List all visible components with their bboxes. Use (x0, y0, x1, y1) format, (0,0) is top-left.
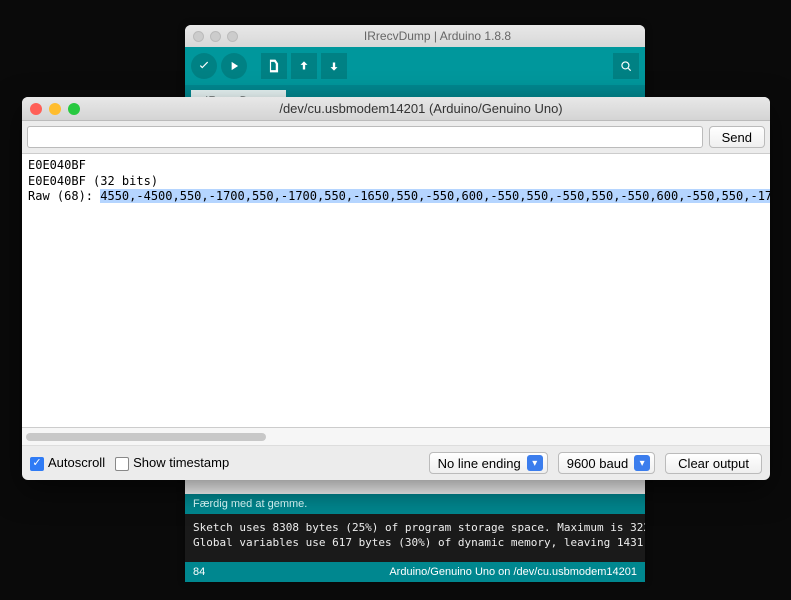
chevron-down-icon: ▾ (527, 455, 543, 471)
upload-button[interactable] (221, 53, 247, 79)
minimize-icon[interactable] (210, 31, 221, 42)
checkbox-icon[interactable] (115, 457, 129, 471)
close-icon[interactable] (193, 31, 204, 42)
ide-status-bar: Færdig med at gemme. (185, 494, 645, 514)
serial-title: /dev/cu.usbmodem14201 (Arduino/Genuino U… (80, 101, 762, 116)
serial-monitor-button[interactable] (613, 53, 639, 79)
ide-titlebar: IRrecvDump | Arduino 1.8.8 (185, 25, 645, 47)
open-button[interactable] (291, 53, 317, 79)
save-button[interactable] (321, 53, 347, 79)
line-ending-select[interactable]: No line ending▾ (429, 452, 548, 474)
serial-window-controls[interactable] (30, 103, 80, 115)
console-line: Sketch uses 8308 bytes (25%) of program … (193, 520, 637, 535)
scrollbar-thumb[interactable] (26, 433, 266, 441)
output-line: E0E040BF (28, 158, 764, 174)
serial-titlebar: /dev/cu.usbmodem14201 (Arduino/Genuino U… (22, 97, 770, 121)
autoscroll-checkbox[interactable]: Autoscroll (30, 455, 105, 471)
output-line: E0E040BF (32 bits) (28, 174, 764, 190)
selected-text: 4550,-4500,550,-1700,550,-1700,550,-1650… (100, 189, 770, 203)
serial-bottom-bar: Autoscroll Show timestamp No line ending… (22, 446, 770, 480)
line-number: 84 (193, 566, 205, 578)
ide-title: IRrecvDump | Arduino 1.8.8 (238, 29, 637, 43)
ide-toolbar (185, 47, 645, 85)
close-icon[interactable] (30, 103, 42, 115)
chevron-down-icon: ▾ (634, 455, 650, 471)
serial-output[interactable]: E0E040BF E0E040BF (32 bits) Raw (68): 45… (22, 153, 770, 428)
board-info: Arduino/Genuino Uno on /dev/cu.usbmodem1… (389, 566, 637, 578)
baud-select[interactable]: 9600 baud▾ (558, 452, 655, 474)
output-line: Raw (68): 4550,-4500,550,-1700,550,-1700… (28, 189, 764, 205)
zoom-icon[interactable] (68, 103, 80, 115)
checkbox-icon[interactable] (30, 457, 44, 471)
clear-output-button[interactable]: Clear output (665, 453, 762, 474)
send-button[interactable]: Send (709, 126, 765, 148)
serial-input-row: Send (22, 121, 770, 153)
timestamp-checkbox[interactable]: Show timestamp (115, 455, 229, 471)
new-button[interactable] (261, 53, 287, 79)
verify-button[interactable] (191, 53, 217, 79)
serial-input[interactable] (27, 126, 703, 148)
ide-console: Sketch uses 8308 bytes (25%) of program … (185, 514, 645, 562)
ide-footer: 84 Arduino/Genuino Uno on /dev/cu.usbmod… (185, 562, 645, 582)
zoom-icon[interactable] (227, 31, 238, 42)
horizontal-scrollbar[interactable] (22, 428, 770, 446)
minimize-icon[interactable] (49, 103, 61, 115)
ide-window-controls[interactable] (193, 31, 238, 42)
serial-monitor-window: /dev/cu.usbmodem14201 (Arduino/Genuino U… (22, 97, 770, 480)
console-line: Global variables use 617 bytes (30%) of … (193, 535, 637, 550)
